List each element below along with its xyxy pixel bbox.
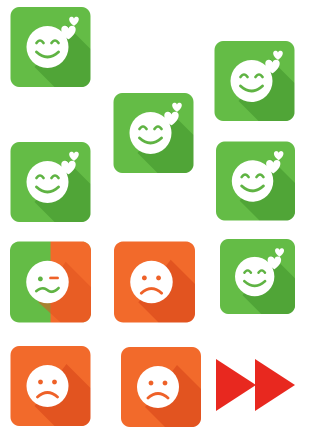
- tile-happy-1[interactable]: [10, 7, 91, 87]
- left-eye: [141, 275, 147, 281]
- tile-sad-1[interactable]: [114, 241, 195, 323]
- tile-happy-6[interactable]: [220, 236, 295, 317]
- smiley-heart-icon: [10, 7, 91, 87]
- face: [26, 365, 69, 407]
- sad-face-icon: [10, 346, 91, 426]
- face: [137, 366, 179, 408]
- left-eye: [38, 379, 43, 385]
- tile-confused[interactable]: [10, 241, 91, 323]
- confused-face-icon: [10, 241, 91, 323]
- face: [26, 260, 69, 304]
- tile-sad-2[interactable]: [10, 346, 91, 426]
- fast-forward-icon: [216, 359, 295, 411]
- tile-happy-2[interactable]: [214, 41, 295, 121]
- smiley-heart-icon: [220, 239, 295, 314]
- tile-happy-5[interactable]: [216, 141, 295, 221]
- smiley-heart-icon: [113, 93, 194, 173]
- sad-face-icon: [114, 241, 195, 323]
- smiley-heart-icon: [10, 142, 91, 222]
- smiley-heart-icon: [214, 41, 295, 121]
- fast-forward-arrow-right: [255, 359, 295, 411]
- right-eye: [156, 275, 161, 281]
- fast-forward-arrow-left: [216, 359, 256, 411]
- left-eye: [37, 276, 43, 282]
- tile-sad-3[interactable]: [120, 347, 202, 427]
- left-eye: [148, 380, 154, 386]
- right-eye: [52, 379, 57, 385]
- sad-face-icon: [121, 347, 201, 427]
- smiley-heart-icon: [216, 141, 295, 221]
- face: [130, 260, 173, 304]
- tile-happy-3[interactable]: [113, 93, 194, 173]
- tile-happy-4[interactable]: [10, 142, 91, 222]
- fast-forward-button[interactable]: [216, 359, 295, 411]
- right-eye: [162, 380, 168, 386]
